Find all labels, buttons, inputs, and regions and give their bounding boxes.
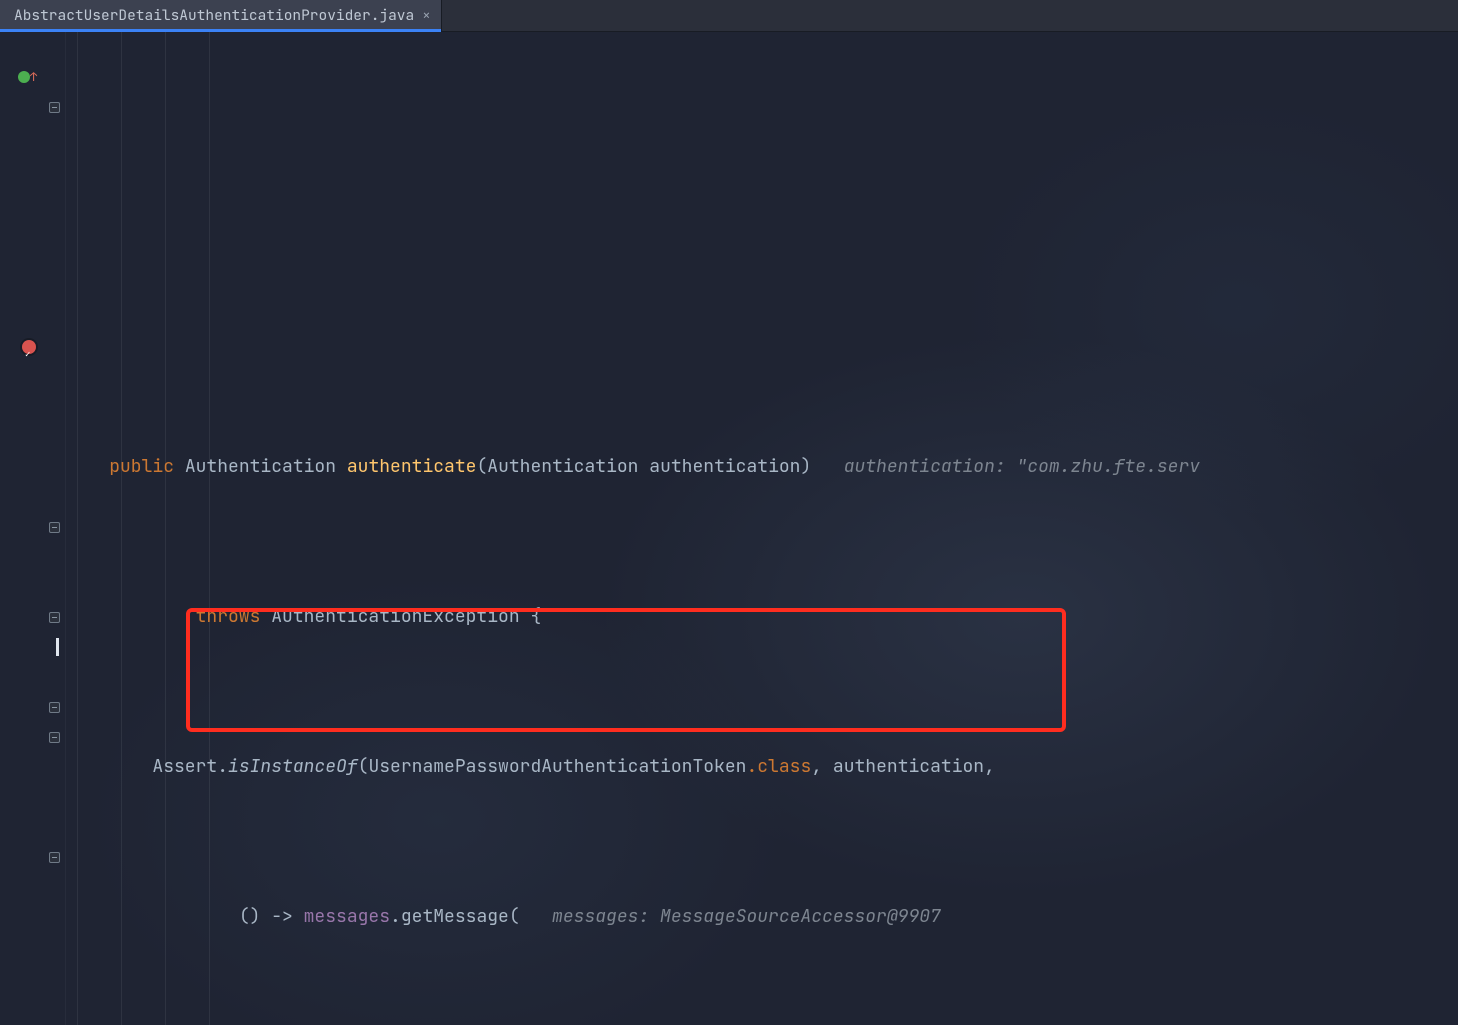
fold-icon [49, 612, 60, 623]
gutter-fold[interactable] [0, 842, 66, 872]
editor-gutter: ↑ [0, 32, 66, 1025]
code-line [66, 302, 1458, 332]
code-surface[interactable]: public Authentication authenticate(Authe… [66, 32, 1458, 1025]
code-editor[interactable]: ↑ public Authentication authenticate(Aut… [0, 32, 1458, 1025]
gutter-fold[interactable] [0, 692, 66, 722]
caret-icon [56, 638, 59, 656]
code-line: () -> messages.getMessage( messages: Mes… [66, 902, 1458, 932]
gutter-fold[interactable] [0, 512, 66, 542]
close-icon[interactable]: × [422, 9, 430, 23]
tab-filename: AbstractUserDetailsAuthenticationProvide… [14, 1, 414, 31]
code-line: throws AuthenticationException { [66, 602, 1458, 632]
editor-tab-bar: AbstractUserDetailsAuthenticationProvide… [0, 0, 1458, 32]
fold-icon [49, 102, 60, 113]
gutter-breakpoint[interactable] [0, 332, 66, 362]
gutter-exec-pointer [0, 632, 66, 662]
gutter-fold[interactable] [0, 602, 66, 632]
code-line: Assert.isInstanceOf(UsernamePasswordAuth… [66, 752, 1458, 782]
tab-file[interactable]: AbstractUserDetailsAuthenticationProvide… [0, 0, 442, 31]
arrow-up-icon: ↑ [30, 62, 37, 92]
inline-debug-hint: authentication: "com.zhu.fte.serv [844, 455, 1200, 478]
breakpoint-icon [22, 340, 36, 354]
fold-icon [49, 702, 60, 713]
fold-icon [49, 852, 60, 863]
gutter-fold[interactable] [0, 722, 66, 752]
gutter-override-marker[interactable]: ↑ [0, 62, 66, 92]
fold-icon [49, 732, 60, 743]
override-icon [18, 71, 30, 83]
fold-icon [49, 522, 60, 533]
gutter-fold[interactable] [0, 92, 66, 122]
inline-debug-hint: messages: MessageSourceAccessor@9907 [552, 905, 941, 928]
code-line: public Authentication authenticate(Authe… [66, 452, 1458, 482]
